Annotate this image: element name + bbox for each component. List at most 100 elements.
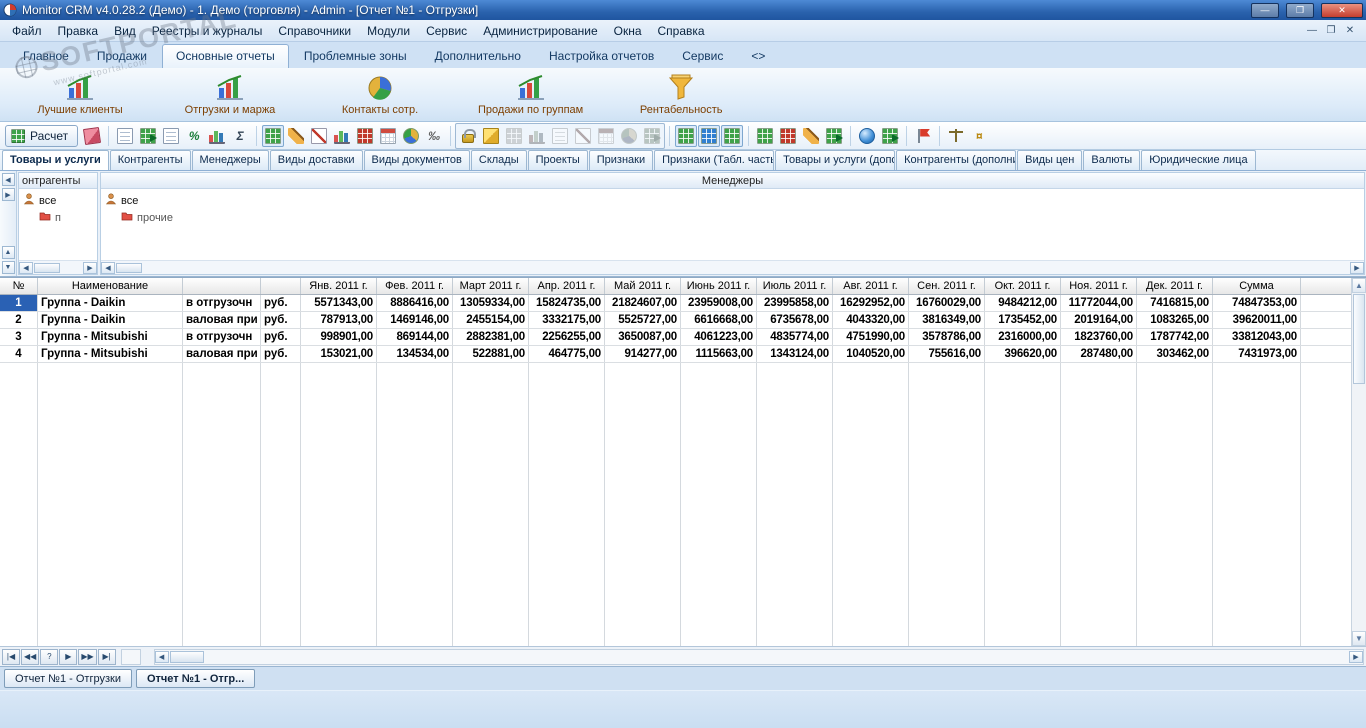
tree-item-others[interactable]: прочие <box>105 209 1362 226</box>
filter-tab[interactable]: Виды доставки <box>269 150 363 170</box>
disabled-grid-button[interactable] <box>503 125 525 147</box>
ribbon-tab[interactable]: Дополнительно <box>422 45 534 68</box>
scroll-right-button[interactable]: ▶ <box>1349 650 1363 663</box>
column-header[interactable]: Сумма <box>1213 278 1301 294</box>
export-table-button[interactable] <box>823 125 845 147</box>
ribbon-tab[interactable]: Главное <box>10 45 82 68</box>
column-header[interactable]: Июнь 2011 г. <box>681 278 757 294</box>
column-header[interactable]: Янв. 2011 г. <box>301 278 377 294</box>
menu-item[interactable]: Администрирование <box>475 21 605 41</box>
menu-item[interactable]: Окна <box>606 21 650 41</box>
show-rows-button[interactable] <box>675 124 698 147</box>
nav-last-button[interactable]: ▶| <box>97 648 116 665</box>
filter-tab[interactable]: Валюты <box>1083 150 1141 170</box>
filter-tab[interactable]: Проекты <box>527 150 588 170</box>
ribbon-tab[interactable]: Сервис <box>669 45 736 68</box>
show-columns-button[interactable] <box>698 124 721 147</box>
column-header[interactable]: Наименование <box>38 278 183 294</box>
menu-item[interactable]: Справочники <box>270 21 359 41</box>
collapse-panel-button[interactable]: ◀ <box>1 173 15 186</box>
disabled-doc-button[interactable] <box>549 125 571 147</box>
ribbon-action[interactable]: Лучшие клиенты <box>28 74 132 116</box>
column-header[interactable]: Май 2011 г. <box>605 278 681 294</box>
menu-item[interactable]: Справка <box>650 21 713 41</box>
disabled-calendar-button[interactable] <box>595 125 617 147</box>
sum-mode-button[interactable]: Σ <box>229 125 251 147</box>
currency-rates-button[interactable]: ¤ <box>968 125 990 147</box>
disabled-export-button[interactable] <box>641 125 663 147</box>
scroll-thumb[interactable] <box>1353 294 1365 384</box>
export-excel-button[interactable] <box>879 125 901 147</box>
show-totals-button[interactable] <box>721 124 744 147</box>
filter-tab[interactable]: Контрагенты (дополни <box>896 150 1017 170</box>
pie-chart-view-button[interactable] <box>400 125 422 147</box>
minimize-button[interactable]: — <box>1251 2 1279 18</box>
filter-tab[interactable]: Признаки <box>588 150 654 170</box>
calendar-view-button[interactable] <box>377 125 399 147</box>
edit-cell-button[interactable] <box>800 125 822 147</box>
scroll-left-button[interactable]: ◀ <box>19 261 33 274</box>
column-header[interactable]: Июль 2011 г. <box>757 278 833 294</box>
nav-first-button[interactable]: |◀ <box>2 648 20 665</box>
calculate-button[interactable]: Расчет <box>5 124 79 147</box>
scroll-right-button[interactable]: ▶ <box>83 261 97 274</box>
ribbon-tab[interactable]: Проблемные зоны <box>291 45 420 68</box>
expand-panel-button[interactable]: ▶ <box>1 188 15 201</box>
filter-tab[interactable]: Контрагенты <box>109 150 191 170</box>
scroll-up-button[interactable]: ▲ <box>1352 278 1366 293</box>
column-header[interactable]: Фев. 2011 г. <box>377 278 453 294</box>
scroll-left-button[interactable]: ◀ <box>101 261 115 274</box>
nav-next-page-button[interactable]: ▶▶ <box>78 648 97 665</box>
mdi-restore-button[interactable]: ❐ <box>1323 25 1339 36</box>
column-header[interactable]: Авг. 2011 г. <box>833 278 909 294</box>
filter-tab[interactable]: Виды документов <box>363 150 470 170</box>
refresh-data-button[interactable] <box>856 125 878 147</box>
tree-item-others[interactable]: п <box>23 209 95 226</box>
close-button[interactable]: ✕ <box>1321 2 1363 18</box>
export-report-button[interactable] <box>137 125 159 147</box>
copy-report-button[interactable] <box>114 125 136 147</box>
ribbon-tab[interactable]: Продажи <box>84 45 160 68</box>
restore-button[interactable]: ❐ <box>1286 2 1314 18</box>
filter-tab[interactable]: Товары и услуги <box>2 150 109 170</box>
strip-scroll-up-button[interactable]: ▲ <box>1 246 15 259</box>
lock-button[interactable] <box>457 125 479 147</box>
bar-chart-view-button[interactable] <box>331 125 353 147</box>
line-chart-view-button[interactable] <box>308 125 330 147</box>
ribbon-action[interactable]: Рентабельность <box>629 74 733 116</box>
filter-tab[interactable]: Виды цен <box>1017 150 1083 170</box>
menu-item[interactable]: Правка <box>50 21 107 41</box>
crosstab-view-button[interactable] <box>354 125 376 147</box>
scroll-right-button[interactable]: ▶ <box>1350 261 1364 274</box>
nav-help-button[interactable]: ? <box>40 648 59 665</box>
scroll-down-button[interactable]: ▼ <box>1352 631 1366 646</box>
menu-item[interactable]: Файл <box>4 21 50 41</box>
table-row[interactable]: 3 Группа - Mitsubishi в отгрузочн руб. 99890… <box>0 329 1351 346</box>
column-header[interactable]: № <box>0 278 38 294</box>
filter-tab[interactable]: Менеджеры <box>191 150 269 170</box>
table-row[interactable]: 1 Группа - Daikin в отгрузочн руб. 5571343,0… <box>0 295 1351 312</box>
scroll-thumb[interactable] <box>34 262 60 273</box>
scroll-thumb[interactable] <box>169 650 204 663</box>
filter-tab[interactable]: Товары и услуги (допо <box>775 150 896 170</box>
nav-next-button[interactable]: ▶ <box>59 648 78 665</box>
column-header[interactable]: Дек. 2011 г. <box>1137 278 1213 294</box>
eraser-button[interactable] <box>81 125 103 147</box>
permille-mode-button[interactable]: ‰ <box>423 125 445 147</box>
column-header[interactable]: Сен. 2011 г. <box>909 278 985 294</box>
ribbon-action[interactable]: Продажи по группам <box>478 74 583 116</box>
mdi-minimize-button[interactable]: — <box>1304 25 1320 36</box>
ribbon-action[interactable]: Контакты сотр. <box>328 74 432 116</box>
ribbon-action[interactable]: Отгрузки и маржа <box>178 74 282 116</box>
nav-prior-button[interactable]: ◀◀ <box>21 648 40 665</box>
disabled-bars-button[interactable] <box>526 125 548 147</box>
disabled-line-button[interactable] <box>572 125 594 147</box>
ribbon-tab[interactable]: <> <box>738 45 778 68</box>
table-view-button[interactable] <box>262 124 285 147</box>
menu-item[interactable]: Сервис <box>418 21 475 41</box>
olap-cube-button[interactable] <box>480 125 502 147</box>
scroll-thumb[interactable] <box>116 262 142 273</box>
table-row[interactable]: 2 Группа - Daikin валовая при руб. 787913,00… <box>0 312 1351 329</box>
column-header[interactable] <box>183 278 261 294</box>
scroll-left-button[interactable]: ◀ <box>154 650 169 663</box>
